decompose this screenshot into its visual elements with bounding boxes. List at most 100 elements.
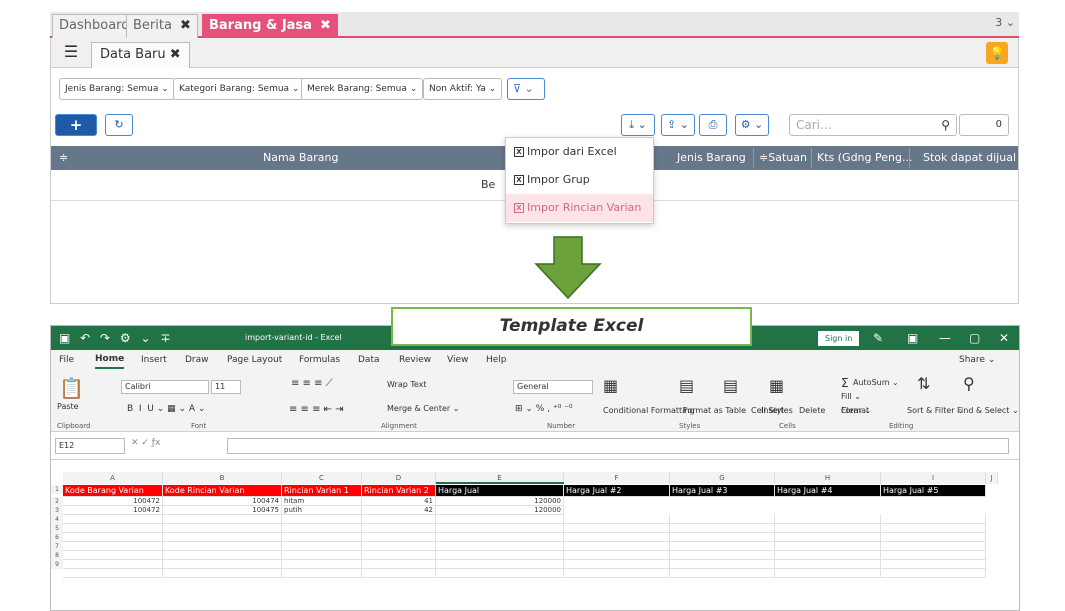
empty-cell[interactable]: [881, 551, 986, 560]
empty-cell[interactable]: [282, 542, 362, 551]
empty-cell[interactable]: [436, 542, 564, 551]
data-cell[interactable]: 100472: [63, 497, 163, 506]
row-header[interactable]: 5: [51, 524, 63, 533]
name-box[interactable]: E12: [55, 438, 125, 454]
minimize-icon[interactable]: —: [939, 326, 951, 350]
data-cell[interactable]: 42: [362, 506, 436, 515]
tab-dashboard[interactable]: Dashboard: [52, 14, 137, 38]
lightbulb-icon[interactable]: 💡: [986, 42, 1008, 64]
sort-icon[interactable]: ≑: [59, 146, 68, 170]
empty-cell[interactable]: [436, 515, 564, 524]
empty-cell[interactable]: [362, 551, 436, 560]
alignment-icons[interactable]: ≡ ≡ ≡ ⟋: [291, 378, 333, 389]
restore-icon[interactable]: ▢: [969, 326, 980, 350]
empty-cell[interactable]: [881, 569, 986, 578]
filter-merek-barang[interactable]: Merek Barang: Semua ⌄: [301, 78, 424, 100]
column-header-b[interactable]: B: [163, 472, 282, 484]
empty-cell[interactable]: [63, 542, 163, 551]
empty-cell[interactable]: [362, 560, 436, 569]
col-jenis-barang[interactable]: Jenis Barang: [677, 146, 746, 170]
empty-cell[interactable]: [163, 551, 282, 560]
data-cell[interactable]: 100472: [63, 506, 163, 515]
autosum-button[interactable]: AutoSum ⌄: [853, 378, 899, 387]
signin-button[interactable]: Sign in: [818, 331, 860, 346]
header-cell[interactable]: Kode Barang Varian: [63, 485, 163, 497]
empty-cell[interactable]: [670, 542, 775, 551]
empty-cell[interactable]: [670, 515, 775, 524]
pen-icon[interactable]: ✎: [873, 326, 883, 350]
empty-cell[interactable]: [282, 569, 362, 578]
menu-item-impor-excel[interactable]: X Impor dari Excel: [506, 138, 653, 166]
column-header-h[interactable]: H: [775, 472, 881, 484]
tab-barang-jasa[interactable]: Barang & Jasa ✖: [202, 14, 338, 38]
empty-cell[interactable]: [775, 542, 881, 551]
empty-cell[interactable]: [881, 515, 986, 524]
format-as-table-button[interactable]: Format as Table: [683, 406, 746, 415]
menu-review[interactable]: Review: [399, 350, 431, 370]
column-header-i[interactable]: I: [881, 472, 986, 484]
empty-cell[interactable]: [63, 533, 163, 542]
empty-cell[interactable]: [362, 524, 436, 533]
empty-cell[interactable]: [775, 560, 881, 569]
data-cell[interactable]: 100475: [163, 506, 282, 515]
tab-count-dropdown[interactable]: 3 ⌄: [995, 16, 1015, 29]
find-select-button[interactable]: Find & Select ⌄: [957, 406, 1019, 415]
header-cell[interactable]: Harga Jual #3: [670, 485, 775, 497]
empty-cell[interactable]: [564, 551, 670, 560]
data-cell[interactable]: 100474: [163, 497, 282, 506]
number-format-icons[interactable]: ⊞ ⌄ % , ⁺⁰ ⁻⁰: [515, 404, 573, 414]
column-header-f[interactable]: F: [564, 472, 670, 484]
filter-non-aktif[interactable]: Non Aktif: Ya ⌄: [423, 78, 503, 100]
empty-cell[interactable]: [881, 533, 986, 542]
col-kts[interactable]: Kts (Gdng Peng...: [817, 146, 912, 170]
ribbon-display-icon[interactable]: ▣: [907, 326, 918, 350]
empty-cell[interactable]: [775, 569, 881, 578]
font-name-select[interactable]: Calibri: [121, 380, 209, 394]
empty-cell[interactable]: [775, 533, 881, 542]
header-cell[interactable]: Harga Jual #2: [564, 485, 670, 497]
tab-data-baru[interactable]: Data Baru ✖: [91, 42, 190, 68]
empty-cell[interactable]: [436, 551, 564, 560]
print-icon[interactable]: ⎙: [699, 114, 727, 136]
empty-cell[interactable]: [163, 533, 282, 542]
empty-cell[interactable]: [564, 524, 670, 533]
merge-center-button[interactable]: Merge & Center ⌄: [387, 404, 459, 413]
menu-list-icon[interactable]: ☰: [59, 42, 83, 64]
clear-button[interactable]: Clear ⌄: [841, 406, 871, 415]
quick-access-toolbar[interactable]: ▣ ↶ ↷ ⚙ ⌄ ∓: [59, 326, 173, 350]
data-cell[interactable]: hitam: [282, 497, 362, 506]
data-cell[interactable]: putih: [282, 506, 362, 515]
data-cell[interactable]: 120000: [436, 506, 564, 515]
column-header-d[interactable]: D: [362, 472, 436, 484]
empty-cell[interactable]: [564, 569, 670, 578]
data-cell[interactable]: 120000: [436, 497, 564, 506]
empty-cell[interactable]: [775, 515, 881, 524]
share-button[interactable]: Share ⌄: [959, 350, 995, 370]
empty-cell[interactable]: [436, 524, 564, 533]
empty-cell[interactable]: [63, 551, 163, 560]
export-dropdown-button[interactable]: ⇪ ⌄: [661, 114, 695, 136]
empty-cell[interactable]: [670, 569, 775, 578]
close-icon[interactable]: ✕: [999, 326, 1009, 350]
column-header-c[interactable]: C: [282, 472, 362, 484]
column-header-j[interactable]: J: [986, 472, 998, 484]
refresh-icon[interactable]: ↻: [105, 114, 133, 136]
empty-cell[interactable]: [564, 533, 670, 542]
empty-cell[interactable]: [362, 569, 436, 578]
data-cell[interactable]: 41: [362, 497, 436, 506]
alignment-icons-row2[interactable]: ≡ ≡ ≡ ⇤ ⇥: [289, 404, 344, 415]
delete-button[interactable]: Delete: [799, 406, 825, 415]
row-header[interactable]: 1: [51, 485, 63, 494]
wrap-text-button[interactable]: Wrap Text: [387, 380, 427, 389]
header-cell[interactable]: Harga Jual #5: [881, 485, 986, 497]
search-input[interactable]: Cari... ⚲: [789, 114, 957, 136]
empty-cell[interactable]: [163, 569, 282, 578]
fill-button[interactable]: Fill ⌄: [841, 392, 861, 401]
fx-icon[interactable]: ✕ ✓ ƒx: [131, 438, 160, 448]
insert-button[interactable]: Insert: [761, 406, 784, 415]
row-header[interactable]: 9: [51, 560, 63, 569]
header-cell[interactable]: Harga Jual #4: [775, 485, 881, 497]
empty-cell[interactable]: [564, 542, 670, 551]
row-header[interactable]: 3: [51, 506, 63, 515]
import-dropdown-button[interactable]: ⤓ ⌄: [621, 114, 655, 136]
